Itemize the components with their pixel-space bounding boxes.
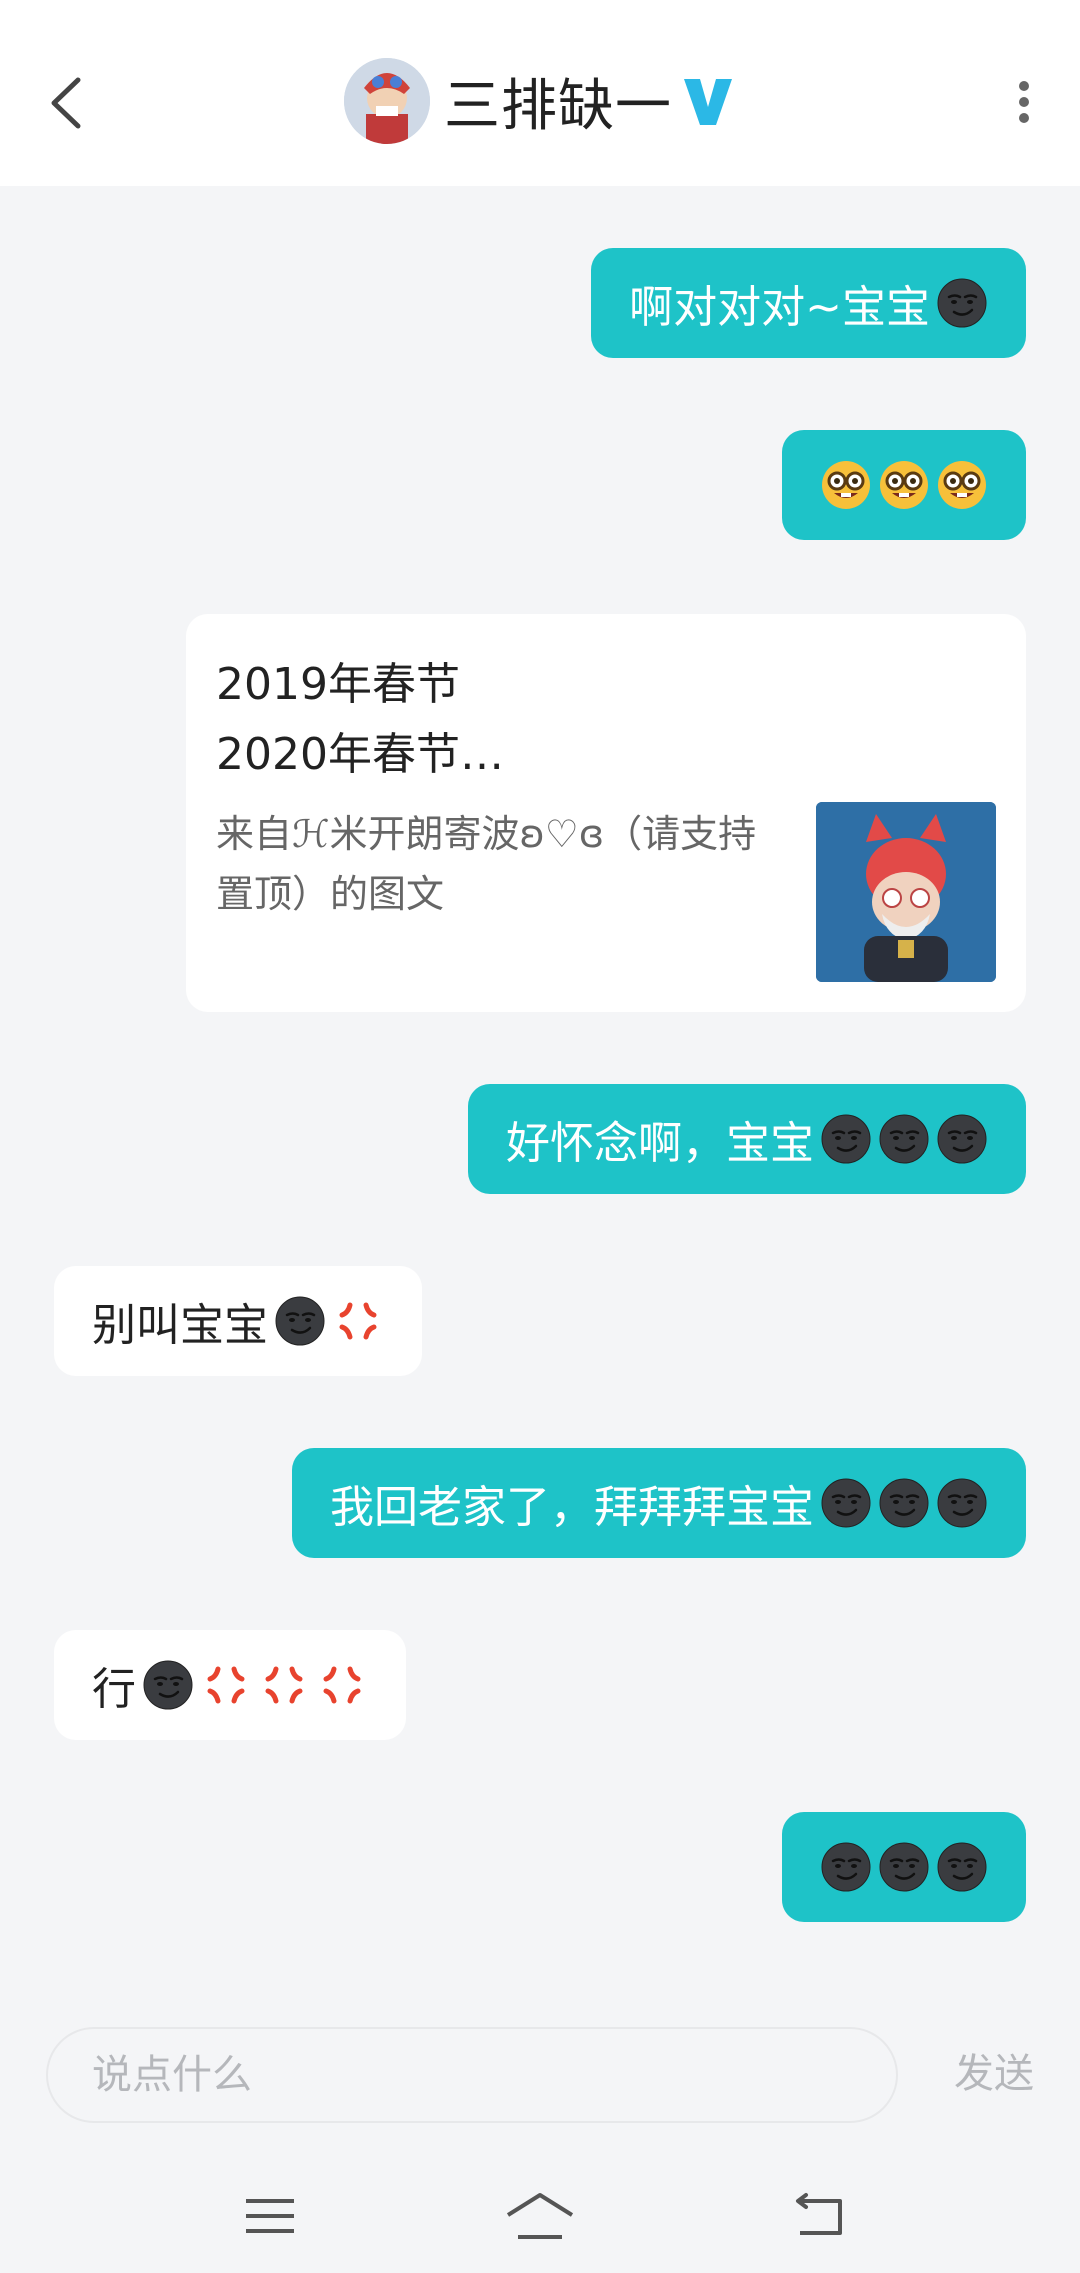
smirk-emoji-icon bbox=[878, 1477, 930, 1529]
smirk-emoji-icon bbox=[936, 1841, 988, 1893]
anger-emoji-icon bbox=[200, 1659, 252, 1711]
smirk-emoji-icon bbox=[820, 1113, 872, 1165]
message-text: 别叫宝宝 bbox=[92, 1300, 268, 1351]
smirk-emoji-icon bbox=[936, 277, 988, 329]
card-thumbnail bbox=[816, 802, 996, 982]
shared-post-card[interactable]: 2019年春节 2020年春节… 来自ℋ米开朗寄波ʚ♡ɞ（请支持 置顶）的图文 bbox=[186, 614, 1026, 1012]
smirk-emoji-icon bbox=[274, 1295, 326, 1347]
smirk-emoji-icon bbox=[878, 1113, 930, 1165]
message-bubble-sent[interactable]: 啊对对对~宝宝 bbox=[591, 248, 1026, 358]
smirk-emoji-icon bbox=[142, 1659, 194, 1711]
nerd-emoji-icon bbox=[820, 459, 872, 511]
anger-emoji-icon bbox=[332, 1295, 384, 1347]
anger-emoji-icon bbox=[316, 1659, 368, 1711]
card-title-line: 2019年春节 bbox=[216, 659, 460, 710]
message-bubble-received[interactable]: 别叫宝宝 bbox=[54, 1266, 422, 1376]
verified-v-icon bbox=[680, 73, 736, 129]
message-bubble-received[interactable]: 行 bbox=[54, 1630, 406, 1740]
message-bubble-sent[interactable]: 好怀念啊，宝宝 bbox=[468, 1084, 1026, 1194]
card-desc-line: 来自ℋ米开朗寄波ʚ♡ɞ（请支持 bbox=[216, 812, 757, 856]
message-input[interactable] bbox=[46, 2027, 898, 2123]
avatar[interactable] bbox=[344, 58, 430, 144]
menu-icon[interactable] bbox=[240, 2191, 300, 2245]
message-bubble-sent[interactable] bbox=[782, 1812, 1026, 1922]
message-text: 好怀念啊，宝宝 bbox=[506, 1118, 814, 1169]
message-text: 行 bbox=[92, 1664, 136, 1715]
card-desc-line: 置顶）的图文 bbox=[216, 872, 445, 916]
smirk-emoji-icon bbox=[820, 1477, 872, 1529]
smirk-emoji-icon bbox=[878, 1841, 930, 1893]
card-description: 来自ℋ米开朗寄波ʚ♡ɞ（请支持 置顶）的图文 bbox=[216, 804, 776, 924]
nerd-emoji-icon bbox=[936, 459, 988, 511]
anger-emoji-icon bbox=[258, 1659, 310, 1711]
message-text: 啊对对对~宝宝 bbox=[629, 282, 930, 333]
composer-bar: 发送 bbox=[0, 2003, 1080, 2153]
card-title-line: 2020年春节… bbox=[216, 729, 504, 780]
send-button[interactable]: 发送 bbox=[954, 2041, 1034, 2099]
nerd-emoji-icon bbox=[878, 459, 930, 511]
smirk-emoji-icon bbox=[936, 1113, 988, 1165]
chat-header: 三排缺一 bbox=[0, 0, 1080, 186]
message-bubble-sent[interactable]: 我回老家了，拜拜拜宝宝 bbox=[292, 1448, 1026, 1558]
chat-title-group[interactable]: 三排缺一 bbox=[0, 56, 1080, 146]
smirk-emoji-icon bbox=[936, 1477, 988, 1529]
home-icon[interactable] bbox=[504, 2191, 576, 2245]
smirk-emoji-icon bbox=[820, 1841, 872, 1893]
more-vertical-icon[interactable] bbox=[1012, 72, 1036, 132]
back-icon[interactable] bbox=[790, 2191, 850, 2245]
chat-title: 三排缺一 bbox=[444, 73, 672, 139]
card-title: 2019年春节 2020年春节… bbox=[216, 650, 996, 790]
system-nav-bar bbox=[0, 2153, 1080, 2273]
message-bubble-sent[interactable] bbox=[782, 430, 1026, 540]
message-text: 我回老家了，拜拜拜宝宝 bbox=[330, 1482, 814, 1533]
